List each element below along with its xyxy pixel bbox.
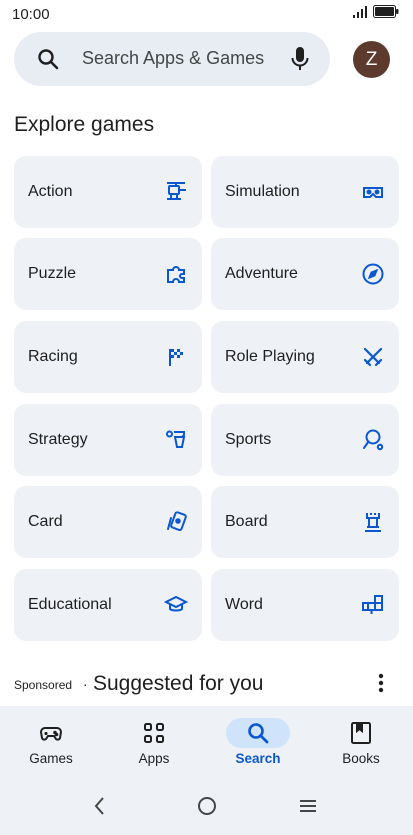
nav-label: Search	[235, 751, 281, 766]
sponsored-label: Sponsored	[14, 678, 73, 692]
category-label: Card	[28, 513, 63, 530]
category-tile-strategy[interactable]: Strategy	[14, 404, 202, 476]
category-label: Racing	[28, 348, 78, 365]
category-label: Sports	[225, 431, 272, 448]
suggested-header: Sponsored · Suggested for you	[14, 668, 400, 700]
checkered-flag-icon	[169, 349, 183, 366]
gamepad-icon	[39, 727, 63, 741]
category-label: Word	[225, 596, 263, 613]
signal-icon	[353, 5, 367, 18]
search-icon	[38, 49, 59, 70]
puzzle-piece-icon	[167, 266, 185, 283]
system-nav-bar	[0, 778, 413, 835]
category-tile-adventure[interactable]: Adventure	[211, 238, 399, 310]
nav-icon-wrap	[329, 718, 393, 748]
section-title: Explore games	[14, 113, 155, 136]
category-label: Role Playing	[225, 348, 315, 365]
nav-icon-wrap	[226, 718, 290, 748]
nav-label: Apps	[138, 751, 170, 766]
more-options-icon[interactable]	[378, 672, 384, 694]
category-tile-role-playing[interactable]: Role Playing	[211, 321, 399, 393]
bottom-nav: Games Apps Search Books	[0, 706, 413, 778]
compass-icon	[362, 263, 384, 285]
status-time: 10:00	[12, 6, 50, 23]
helicopter-icon	[167, 182, 186, 200]
category-label: Action	[28, 183, 73, 200]
nav-games[interactable]: Games	[11, 718, 91, 766]
nav-apps[interactable]: Apps	[114, 718, 194, 766]
crossed-swords-icon	[363, 347, 383, 367]
category-tile-word[interactable]: Word	[211, 569, 399, 641]
nav-label: Games	[29, 751, 73, 766]
strategy-icon	[166, 430, 186, 448]
separator-dot: ·	[83, 676, 88, 692]
status-icons	[353, 5, 399, 18]
nav-label: Books	[342, 751, 380, 766]
suggested-title: Suggested for you	[93, 672, 264, 695]
category-tile-racing[interactable]: Racing	[14, 321, 202, 393]
category-label: Simulation	[225, 183, 300, 200]
word-tiles-icon	[362, 595, 383, 614]
search-bar[interactable]: Search Apps & Games	[14, 32, 330, 86]
category-tile-educational[interactable]: Educational	[14, 569, 202, 641]
category-tile-simulation[interactable]: Simulation	[211, 156, 399, 228]
bookmark-book-icon	[351, 722, 371, 744]
avatar-letter: Z	[365, 48, 378, 70]
playing-cards-icon	[167, 511, 187, 532]
category-label: Puzzle	[28, 265, 77, 282]
category-tile-card[interactable]: Card	[14, 486, 202, 558]
ping-pong-icon	[363, 429, 384, 451]
chess-rook-icon	[365, 513, 381, 532]
nav-books[interactable]: Books	[321, 718, 401, 766]
home-icon[interactable]	[196, 795, 218, 817]
microphone-icon[interactable]	[288, 45, 312, 73]
nav-icon-wrap	[122, 718, 186, 748]
category-label: Adventure	[225, 265, 298, 282]
menu-icon[interactable]	[298, 795, 318, 817]
category-tile-action[interactable]: Action	[14, 156, 202, 228]
category-tile-puzzle[interactable]: Puzzle	[14, 238, 202, 310]
category-tile-sports[interactable]: Sports	[211, 404, 399, 476]
category-label: Board	[225, 513, 268, 530]
avatar[interactable]: Z	[353, 41, 390, 78]
vr-headset-icon	[363, 187, 383, 198]
apps-grid-icon	[144, 723, 164, 743]
search-icon	[248, 723, 269, 744]
battery-icon	[373, 5, 399, 18]
status-bar: 10:00	[0, 0, 413, 30]
nav-icon-wrap	[19, 718, 83, 748]
category-label: Strategy	[28, 431, 88, 448]
category-label: Educational	[28, 596, 112, 613]
graduation-cap-icon	[164, 595, 188, 612]
nav-search[interactable]: Search	[218, 718, 298, 766]
category-tile-board[interactable]: Board	[211, 486, 399, 558]
back-icon[interactable]	[92, 795, 108, 817]
search-input[interactable]: Search Apps & Games	[82, 48, 264, 69]
